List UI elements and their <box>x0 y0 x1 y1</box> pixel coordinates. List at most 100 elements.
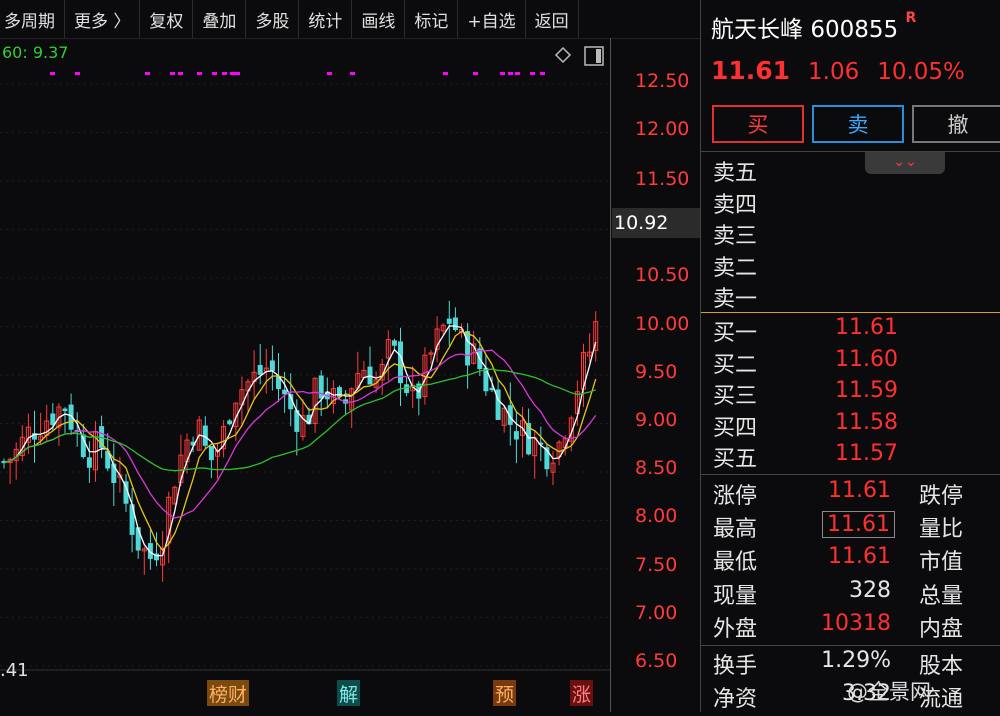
bid-row: 买三 11.59 <box>713 378 993 410</box>
quote-panel: 航天长峰 600855 R 11.61 1.06 10.05% 买 卖 撤 ⌄⌄… <box>700 0 1000 712</box>
stock-name: 航天长峰 <box>711 17 803 43</box>
volume-value: .41 <box>0 660 29 681</box>
ma60-label: 60: 9.37 <box>2 43 69 62</box>
price-tick: 9.50 <box>635 361 678 383</box>
ask-row: 卖三 <box>713 218 993 250</box>
price-tick: 9.00 <box>635 409 678 431</box>
price-tick: 6.50 <box>635 650 678 672</box>
candle-body <box>50 413 56 426</box>
signal-dot <box>145 72 150 75</box>
candle-body <box>282 389 288 395</box>
stat-label: 跌停 <box>919 484 964 509</box>
cancel-order-button[interactable]: 撤 <box>912 105 1000 143</box>
bid-row: 买二 11.60 <box>713 347 993 379</box>
signal-dot <box>75 72 80 75</box>
signal-dot <box>230 72 235 75</box>
tb-overlay[interactable]: 叠加 <box>193 0 247 38</box>
chart-view-icons <box>554 46 604 66</box>
stat-row-low: 最低 11.61 市值 <box>713 544 1000 577</box>
event-marker-unlock[interactable]: 解 <box>337 680 361 706</box>
stat-label: 换手 <box>713 654 758 679</box>
ma-line <box>3 325 597 557</box>
sell-button[interactable]: 卖 <box>812 105 904 143</box>
candle-body <box>269 360 275 371</box>
chart-toolbar: 多周期 更多 〉 复权 叠加 多股 统计 画线 标记 +自选 返回 <box>0 0 700 39</box>
candle-body <box>446 318 452 324</box>
stat-label: 总量 <box>919 584 964 609</box>
price-tick: 12.00 <box>635 118 690 140</box>
stat-label: 涨停 <box>713 484 758 509</box>
tb-more[interactable]: 更多 〉 <box>65 0 141 38</box>
divider <box>701 645 1000 646</box>
kline-svg <box>0 46 610 671</box>
current-price-tag: 10.92 <box>612 208 700 238</box>
candle-body <box>452 317 458 331</box>
price-tick: 7.50 <box>635 554 678 576</box>
candle-body <box>513 431 519 440</box>
stat-value: 11.61 <box>822 511 895 538</box>
tb-statistics[interactable]: 统计 <box>299 0 353 38</box>
stat-label: 净资 <box>713 687 758 712</box>
quote-line: 11.61 1.06 10.05% <box>711 56 965 85</box>
stat-label: 外盘 <box>713 617 758 642</box>
tb-back[interactable]: 返回 <box>526 0 579 38</box>
divider <box>701 474 1000 475</box>
stat-label: 内盘 <box>919 617 964 642</box>
tb-draw-line[interactable]: 画线 <box>352 0 406 38</box>
stat-row-volume: 现量 328 总量 <box>713 578 1000 611</box>
ask-label: 卖三 <box>713 224 758 249</box>
bid-row: 买一 11.61 <box>713 315 993 347</box>
tb-multi-stock[interactable]: 多股 <box>246 0 300 38</box>
signal-dot <box>540 72 545 75</box>
ask-row: 卖四 <box>713 187 993 219</box>
bid-row: 买五 11.57 <box>713 441 993 473</box>
stat-value: 11.61 <box>828 478 891 503</box>
signal-dot <box>530 72 535 75</box>
stat-label: 现量 <box>713 584 758 609</box>
ask-row: 卖一 <box>713 281 993 313</box>
buy-button[interactable]: 买 <box>712 105 804 143</box>
signal-dot <box>443 72 448 75</box>
stat-value: 328 <box>849 578 891 603</box>
diamond-icon[interactable] <box>554 46 572 64</box>
bid-row: 买四 11.58 <box>713 410 993 442</box>
signal-dot <box>212 72 217 75</box>
signal-dot <box>327 72 332 75</box>
price-tick: 11.50 <box>635 168 690 190</box>
stat-label: 最低 <box>713 550 758 575</box>
kline-chart[interactable] <box>0 38 610 712</box>
stat-row-limit: 涨停 11.61 跌停 <box>713 478 1000 511</box>
event-marker-list[interactable]: 榜财 <box>207 680 250 706</box>
margin-badge: R <box>905 10 917 26</box>
event-marker-forecast[interactable]: 预 <box>493 680 517 706</box>
price-tick: 10.50 <box>635 264 690 286</box>
price-tick: 8.50 <box>635 457 678 479</box>
bid-price: 11.59 <box>835 378 898 403</box>
signal-dot <box>350 72 355 75</box>
last-price: 11.61 <box>711 56 791 85</box>
stock-code: 600855 <box>810 17 899 43</box>
tb-mark[interactable]: 标记 <box>405 0 459 38</box>
stat-label: 最高 <box>713 517 758 542</box>
bid-price: 11.60 <box>835 347 898 372</box>
stat-value: 1.29% <box>821 648 891 673</box>
candle-body <box>404 384 410 394</box>
stat-row-outer: 外盘 10318 内盘 <box>713 611 1000 644</box>
divider <box>701 151 1000 152</box>
price-change-pct: 10.05% <box>877 59 965 85</box>
signal-dot <box>197 72 202 75</box>
stat-label: 量比 <box>919 517 964 542</box>
bid-label: 买一 <box>713 321 758 346</box>
price-tick: 8.00 <box>635 505 678 527</box>
signal-dot <box>473 72 478 75</box>
tb-multi-period[interactable]: 多周期 <box>0 0 65 38</box>
stat-value: 10318 <box>821 611 891 636</box>
stat-row-high: 最高 11.61 量比 <box>713 511 1000 544</box>
candle-body <box>86 457 92 468</box>
signal-dot <box>222 72 227 75</box>
event-marker-limit-up[interactable]: 涨 <box>570 680 594 706</box>
bid-label: 买二 <box>713 353 758 378</box>
tb-adjust[interactable]: 复权 <box>140 0 194 38</box>
ask-label: 卖一 <box>713 287 758 312</box>
tb-add-watchlist[interactable]: +自选 <box>458 0 526 38</box>
